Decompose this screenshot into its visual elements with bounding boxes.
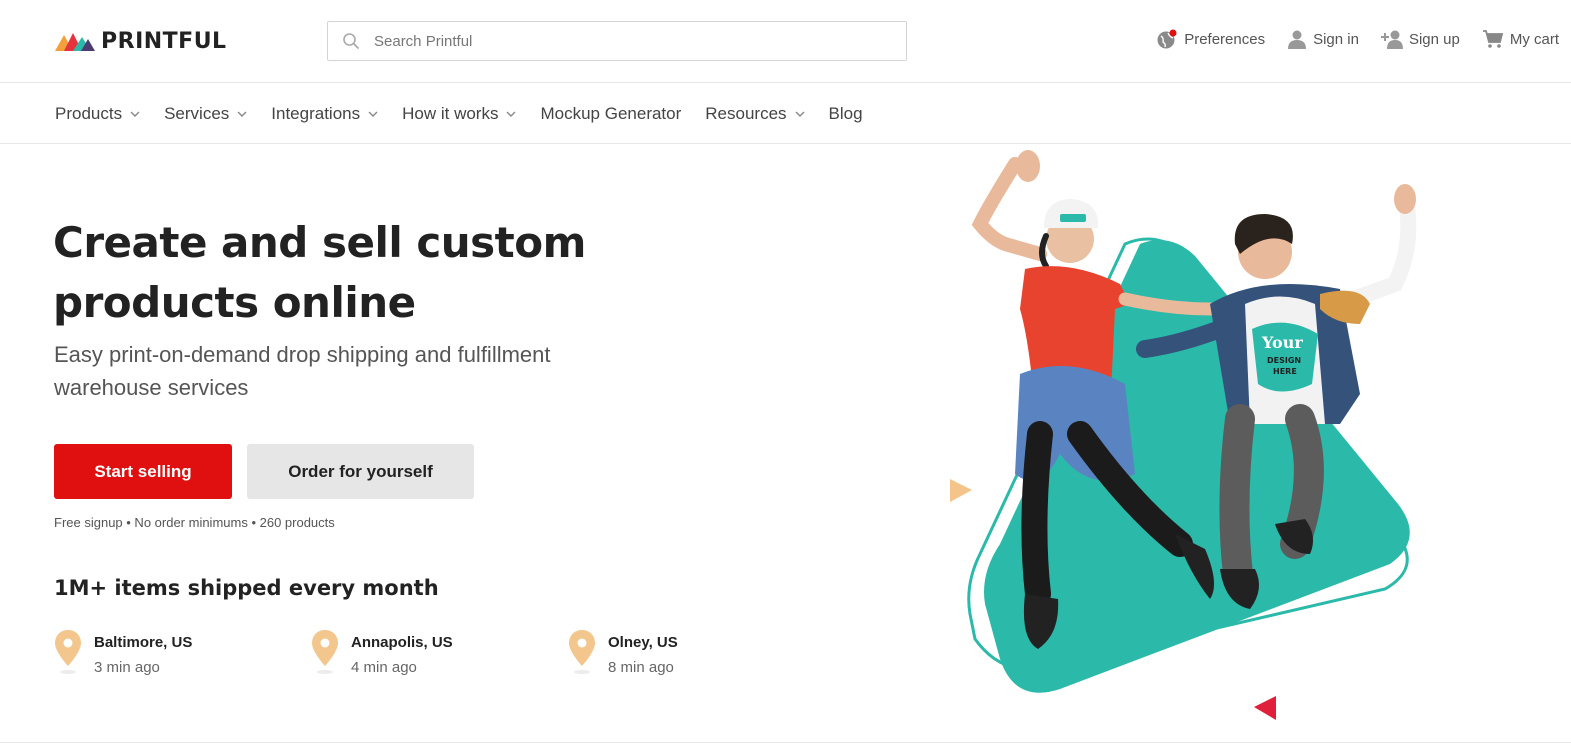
nav-label: How it works bbox=[402, 103, 499, 123]
globe-icon bbox=[1157, 29, 1177, 49]
order-time: 4 min ago bbox=[351, 659, 417, 676]
list-item: Annapolis, US 4 min ago bbox=[311, 628, 568, 676]
hero-subtitle-line-2: warehouse services bbox=[54, 375, 249, 400]
chevron-down-icon bbox=[368, 111, 378, 117]
nav-item-services[interactable]: Services bbox=[164, 104, 247, 124]
order-time: 3 min ago bbox=[94, 659, 160, 676]
sign-in-label: Sign in bbox=[1313, 30, 1359, 48]
nav-item-integrations[interactable]: Integrations bbox=[271, 104, 378, 124]
cart-icon bbox=[1482, 30, 1503, 48]
preferences-button[interactable]: Preferences bbox=[1156, 28, 1265, 50]
nav-label: Resources bbox=[705, 103, 787, 123]
main-nav: Products Services Integrations How it wo… bbox=[0, 83, 1571, 144]
start-selling-button[interactable]: Start selling bbox=[54, 444, 232, 499]
hero-title-line-2: products online bbox=[53, 278, 416, 327]
nav-label: Mockup Generator bbox=[540, 103, 682, 123]
shirt-design-text-3: HERE bbox=[1273, 367, 1297, 376]
nav-item-how-it-works[interactable]: How it works bbox=[402, 104, 516, 124]
hero-subtitle: Easy print-on-demand drop shipping and f… bbox=[54, 338, 654, 404]
cart-label: My cart bbox=[1509, 30, 1559, 48]
nav-label: Integrations bbox=[271, 103, 361, 123]
nav-label: Products bbox=[55, 103, 123, 123]
accent-triangle-red bbox=[1254, 696, 1276, 720]
search-input[interactable] bbox=[374, 32, 874, 50]
logo-mark-icon bbox=[55, 33, 95, 51]
shirt-design-text-2: DESIGN bbox=[1267, 356, 1301, 365]
hero-title-line-1: Create and sell custom bbox=[53, 218, 586, 267]
shirt-design-text-1: Your bbox=[1261, 333, 1303, 352]
chevron-down-icon bbox=[130, 111, 140, 117]
sign-up-label: Sign up bbox=[1408, 30, 1460, 48]
nav-label: Blog bbox=[828, 103, 863, 123]
preferences-label: Preferences bbox=[1184, 30, 1266, 48]
nav-item-products[interactable]: Products bbox=[55, 104, 140, 124]
chevron-down-icon bbox=[506, 111, 516, 117]
nav-item-resources[interactable]: Resources bbox=[705, 103, 805, 124]
order-city: Baltimore, US bbox=[94, 634, 193, 651]
sign-in-link[interactable]: Sign in bbox=[1287, 29, 1359, 49]
order-city: Annapolis, US bbox=[351, 634, 453, 651]
sign-up-link[interactable]: Sign up bbox=[1380, 29, 1460, 49]
add-user-icon bbox=[1380, 30, 1403, 49]
user-icon bbox=[1288, 30, 1307, 49]
cart-link[interactable]: My cart bbox=[1482, 29, 1559, 49]
map-pin-icon bbox=[569, 630, 595, 674]
shipping-stats-title: 1M+ items shipped every month bbox=[54, 576, 439, 600]
section-divider bbox=[0, 742, 1571, 743]
nav-item-blog[interactable]: Blog bbox=[829, 104, 863, 124]
nav-item-mockup-generator[interactable]: Mockup Generator bbox=[540, 104, 681, 124]
map-pin-icon bbox=[55, 630, 81, 674]
hero-subtitle-line-1: Easy print-on-demand drop shipping and f… bbox=[54, 342, 551, 367]
list-item: Baltimore, US 3 min ago bbox=[54, 628, 311, 676]
map-pin-icon bbox=[312, 630, 338, 674]
order-city: Olney, US bbox=[608, 634, 678, 651]
logo-wordmark: PRINTFUL bbox=[101, 28, 227, 54]
list-item: Olney, US 8 min ago bbox=[568, 628, 825, 676]
header-utilities: Preferences Sign in Sign up My cart bbox=[1156, 28, 1559, 50]
hero-illustration: Your DESIGN HERE bbox=[950, 150, 1417, 720]
recent-orders: Baltimore, US 3 min ago Annapolis, US 4 … bbox=[54, 628, 825, 676]
printful-logo[interactable]: PRINTFUL bbox=[55, 27, 227, 55]
signup-note: Free signup • No order minimums • 260 pr… bbox=[54, 515, 335, 530]
search-box bbox=[327, 21, 907, 61]
order-for-yourself-button[interactable]: Order for yourself bbox=[247, 444, 474, 499]
top-header: PRINTFUL Preferences Sign in bbox=[0, 0, 1571, 83]
order-time: 8 min ago bbox=[608, 659, 674, 676]
hero-title: Create and sell custom products online bbox=[53, 213, 673, 333]
nav-label: Services bbox=[164, 103, 230, 123]
chevron-down-icon bbox=[237, 111, 247, 117]
accent-triangle-yellow bbox=[950, 479, 972, 502]
chevron-down-icon bbox=[795, 111, 805, 117]
search-icon bbox=[343, 33, 359, 49]
